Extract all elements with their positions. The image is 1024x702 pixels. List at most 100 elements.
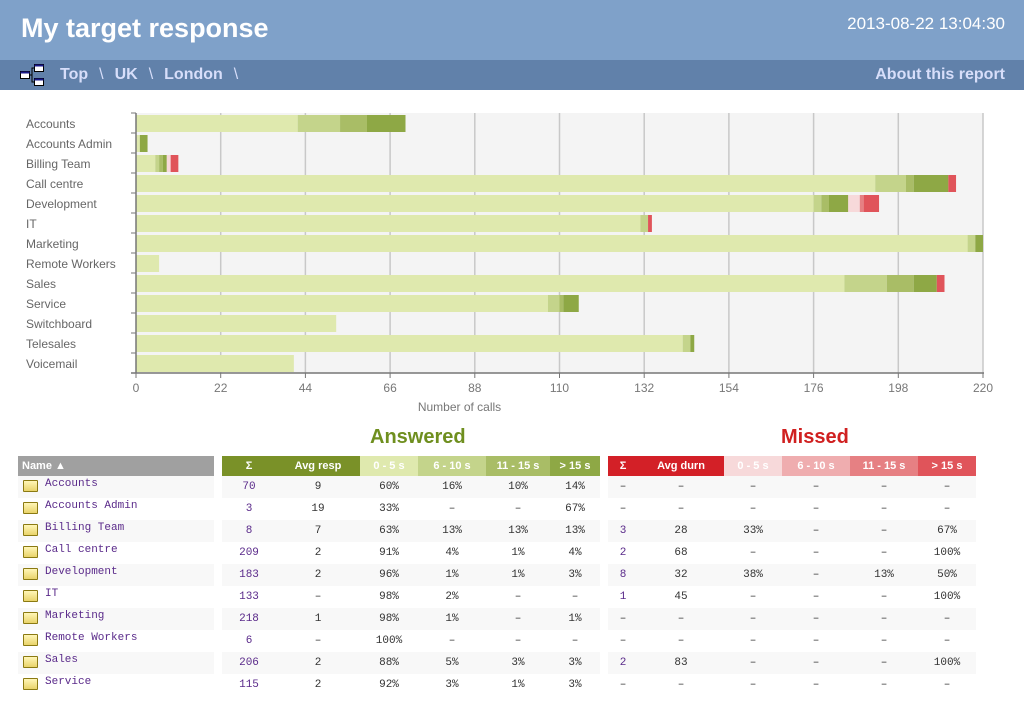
bar-segment [547,295,560,312]
page-title: My target response [21,13,269,43]
column-header-answered-11-15[interactable]: 11 - 15 s [486,456,550,476]
cell-answered-total[interactable]: 218 [222,608,276,630]
cell-answered-total[interactable]: 115 [222,674,276,696]
column-header-answered-6-10[interactable]: 6 - 10 s [418,456,486,476]
cell-answered-total[interactable]: 133 [222,586,276,608]
group-name-link[interactable]: IT [45,588,58,600]
group-name-link[interactable]: Call centre [45,544,118,556]
name-cell: Marketing [18,608,214,630]
column-header-missed-0-5[interactable]: 0 - 5 s [724,456,782,476]
breadcrumb-london[interactable]: London [164,66,223,84]
x-axis-title: Number of calls [418,400,501,414]
table-row[interactable]: Call centre 209 2 91% 4% 1% 4% 2 68– – –100% [18,542,976,564]
group-name-link[interactable]: Accounts [45,478,98,490]
bar-segment [875,175,906,192]
missed-group-title: Missed [781,426,849,448]
table-row[interactable]: Development 183 2 96% 1% 1% 3% 8 32 38% –13% 50% [18,564,976,586]
hierarchy-icon[interactable] [20,64,44,86]
cell-answered-0-5: 63% [360,520,418,542]
column-header-answered-total[interactable]: Σ [222,456,276,476]
cell-answered-over-15: 3% [550,652,600,674]
cell-answered-total[interactable]: 206 [222,652,276,674]
cell-answered-total[interactable]: 6 [222,630,276,652]
folder-icon [23,611,38,624]
column-gap [600,476,608,498]
cell-answered-total[interactable]: 70 [222,476,276,498]
cell-answered-6-10: – [418,630,486,652]
cell-answered-total[interactable]: 8 [222,520,276,542]
bar-segment [340,115,367,132]
column-gap [214,652,222,674]
bar-segment [136,195,814,212]
cell-missed-total[interactable]: 8 [608,564,638,586]
cell-answered-11-15: 10% [486,476,550,498]
cell-answered-total[interactable]: 209 [222,542,276,564]
cell-missed-0-5: – [724,674,782,696]
column-gap [600,674,608,696]
column-header-answered-over-15[interactable]: > 15 s [550,456,600,476]
group-name-link[interactable]: Remote Workers [45,632,137,644]
table-row[interactable]: Accounts Admin 3 19 33% – –67% – – – – – – [18,498,976,520]
cell-answered-6-10: 1% [418,608,486,630]
breadcrumb-top[interactable]: Top [60,66,88,84]
group-name-link[interactable]: Accounts Admin [45,500,137,512]
group-name-link[interactable]: Service [45,676,91,688]
cell-answered-11-15: – [486,586,550,608]
breadcrumb-separator: \ [99,66,104,83]
name-cell: Remote Workers [18,630,214,652]
folder-icon [23,567,38,580]
column-header-name[interactable]: Name ▲ [18,456,214,476]
column-header-missed-11-15[interactable]: 11 - 15 s [850,456,918,476]
about-report-link[interactable]: About this report [875,66,1005,84]
column-header-missed-over-15[interactable]: > 15 s [918,456,976,476]
cell-answered-total[interactable]: 3 [222,498,276,520]
column-header-missed-6-10[interactable]: 6 - 10 s [782,456,850,476]
bar-segment [367,115,406,132]
column-header-missed-total[interactable]: Σ [608,456,638,476]
cell-avg-durn: – [638,630,724,652]
cell-avg-resp: 19 [276,498,360,520]
group-name-link[interactable]: Development [45,566,118,578]
answered-group-title: Answered [370,426,466,448]
y-category-label: Accounts [26,117,75,131]
cell-answered-over-15: 1% [550,608,600,630]
calls-chart: 0 22 44 66 88 110 132 154 176 198 220 Accounts Accou… [0,100,1024,420]
table-row[interactable]: Marketing 218 1 98% 1% –1% – – – – – – [18,608,976,630]
cell-avg-resp: 9 [276,476,360,498]
cell-answered-11-15: – [486,608,550,630]
cell-avg-durn: – [638,498,724,520]
cell-missed-6-10: – [782,608,850,630]
column-gap [214,608,222,630]
bar-segment [136,295,548,312]
column-header-avg-resp[interactable]: Avg resp [276,456,360,476]
cell-missed-11-15: – [850,586,918,608]
group-name-link[interactable]: Marketing [45,610,104,622]
cell-missed-0-5: – [724,608,782,630]
table-row[interactable]: IT 133–98% 2% – –1 45– – –100% [18,586,976,608]
column-header-answered-0-5[interactable]: 0 - 5 s [360,456,418,476]
table-row[interactable]: Remote Workers 6–100% – – – – – – – – – [18,630,976,652]
cell-missed-total[interactable]: 2 [608,652,638,674]
y-category-label: Development [26,197,97,211]
cell-answered-total[interactable]: 183 [222,564,276,586]
cell-avg-resp: – [276,630,360,652]
column-header-avg-durn[interactable]: Avg durn [638,456,724,476]
table-row[interactable]: Billing Team 8 7 63% 13% 13% 13% 3 28 33% – –67% [18,520,976,542]
cell-missed-total[interactable]: 1 [608,586,638,608]
name-cell: Billing Team [18,520,214,542]
column-gap [600,586,608,608]
x-tick-label: 198 [888,381,908,395]
bar-segment [936,275,945,292]
group-name-link[interactable]: Billing Team [45,522,124,534]
breadcrumb-uk[interactable]: UK [115,66,138,84]
table-row[interactable]: Sales 206 2 88% 5% 3% 3% 2 83– – –100% [18,652,976,674]
group-name-link[interactable]: Sales [45,654,78,666]
cell-answered-6-10: – [418,498,486,520]
cell-missed-total[interactable]: 3 [608,520,638,542]
cell-answered-6-10: 16% [418,476,486,498]
table-row[interactable]: Service 115 2 92% 3% 1% 3% – – – – – – [18,674,976,696]
folder-icon [23,655,38,668]
cell-missed-over-15: – [918,630,976,652]
table-row[interactable]: Accounts 70 9 60% 16% 10% 14% – – – – – – [18,476,976,498]
cell-missed-total[interactable]: 2 [608,542,638,564]
